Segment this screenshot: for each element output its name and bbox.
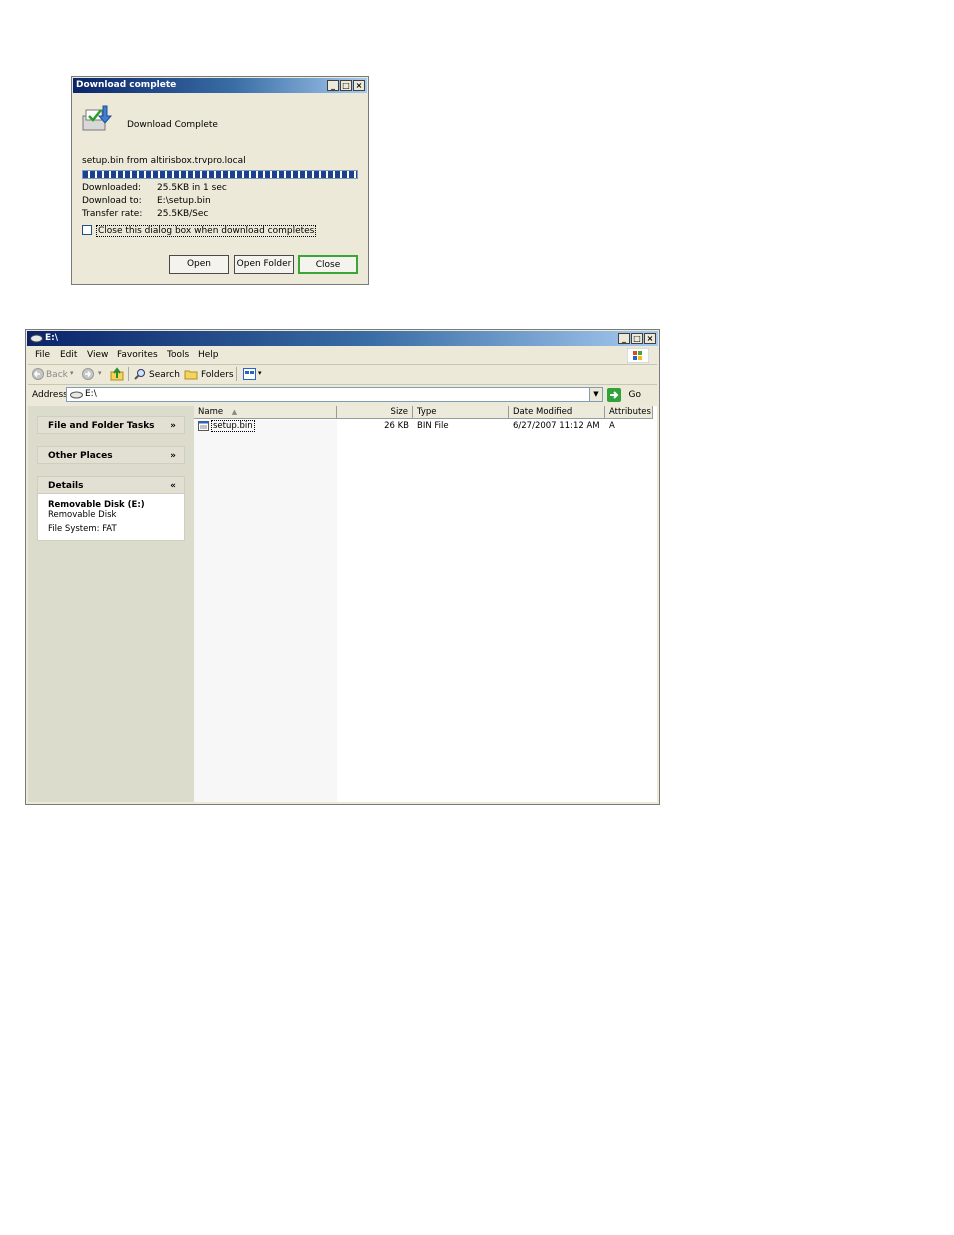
standard-toolbar: Back ▾ ▾ Search Folders ▾ — [28, 365, 657, 385]
back-arrow-icon[interactable] — [32, 368, 44, 380]
folders-icon[interactable] — [184, 369, 198, 380]
address-bar: Address E:\ ▼ Go — [28, 385, 657, 405]
views-dropdown-icon[interactable]: ▾ — [258, 369, 262, 377]
column-header-date[interactable]: Date Modified — [509, 406, 605, 419]
open-folder-button[interactable]: Open Folder — [234, 255, 294, 274]
details-drive-name: Removable Disk (E:) — [48, 500, 145, 510]
dialog-titlebar[interactable]: Download complete _ □ × — [73, 78, 367, 93]
menu-favorites[interactable]: Favorites — [117, 350, 158, 360]
explorer-titlebar[interactable]: E:\ _ □ × — [27, 331, 658, 346]
open-button[interactable]: Open — [169, 255, 229, 274]
close-when-complete-checkbox[interactable] — [82, 225, 92, 235]
column-type-label: Type — [417, 407, 437, 417]
download-to-value: E:\setup.bin — [157, 196, 211, 206]
sort-ascending-icon: ▲ — [231, 408, 238, 416]
column-date-label: Date Modified — [513, 407, 573, 417]
search-button-label[interactable]: Search — [149, 370, 180, 380]
download-complete-icon — [82, 105, 113, 131]
close-when-complete-label[interactable]: Close this dialog box when download comp… — [96, 225, 317, 237]
download-progress-bar — [82, 170, 358, 179]
file-type-cell: BIN File — [417, 421, 449, 431]
column-header-type[interactable]: Type — [413, 406, 509, 419]
column-header-attributes[interactable]: Attributes — [605, 406, 653, 419]
up-folder-icon[interactable] — [110, 367, 124, 381]
file-folder-tasks-header[interactable]: File and Folder Tasks » — [37, 416, 185, 434]
go-button-label[interactable]: Go — [629, 390, 641, 400]
menu-view[interactable]: View — [87, 350, 108, 360]
downloaded-label: Downloaded: — [82, 183, 142, 193]
close-window-button[interactable]: × — [644, 333, 656, 344]
maximize-button[interactable]: □ — [631, 333, 643, 344]
menu-help[interactable]: Help — [198, 350, 219, 360]
minimize-button[interactable]: _ — [327, 80, 339, 91]
column-name-label: Name — [198, 407, 224, 417]
drive-icon — [70, 391, 83, 399]
file-attributes-cell: A — [609, 421, 615, 431]
minimize-button[interactable]: _ — [618, 333, 630, 344]
column-header-size[interactable]: Size — [337, 406, 413, 419]
column-attributes-label: Attributes — [609, 407, 651, 417]
details-title: Details — [48, 481, 84, 491]
explorer-window: E:\ _ □ × File Edit View Favorites Tools… — [25, 329, 660, 805]
column-size-label: Size — [390, 407, 408, 417]
transfer-rate-value: 25.5KB/Sec — [157, 209, 209, 219]
toolbar-divider — [128, 367, 129, 381]
windows-logo-icon — [627, 348, 649, 363]
chevron-down-icon[interactable]: » — [170, 447, 176, 465]
menu-file[interactable]: File — [35, 350, 50, 360]
views-icon[interactable] — [243, 368, 256, 380]
forward-dropdown-icon[interactable]: ▾ — [98, 369, 102, 377]
dialog-heading: Download Complete — [127, 120, 218, 130]
search-icon[interactable] — [134, 368, 146, 380]
other-places-panel: Other Places » — [37, 446, 185, 464]
go-arrow-icon[interactable] — [607, 388, 621, 402]
forward-arrow-icon[interactable] — [82, 368, 94, 380]
file-size-cell: 26 KB — [384, 421, 409, 431]
download-to-label: Download to: — [82, 196, 142, 206]
sorted-column-highlight — [194, 420, 337, 802]
file-name-cell[interactable]: setup.bin — [211, 420, 255, 432]
folders-button-label[interactable]: Folders — [201, 370, 234, 380]
download-source: setup.bin from altirisbox.trvpro.local — [82, 156, 246, 166]
file-date-cell: 6/27/2007 11:12 AM — [513, 421, 600, 431]
download-dialog: Download complete _ □ × Download Complet… — [71, 76, 369, 285]
address-input[interactable]: E:\ ▼ — [66, 387, 603, 402]
dialog-title: Download complete — [76, 80, 177, 90]
file-folder-tasks-title: File and Folder Tasks — [48, 421, 155, 431]
details-drive-type: Removable Disk — [48, 510, 117, 520]
column-header-name[interactable]: Name ▲ — [194, 406, 337, 419]
menu-bar: File Edit View Favorites Tools Help — [28, 347, 657, 365]
explorer-title: E:\ — [45, 333, 59, 343]
address-dropdown-button[interactable]: ▼ — [589, 388, 602, 401]
toolbar-divider — [236, 367, 237, 381]
transfer-rate-label: Transfer rate: — [82, 209, 143, 219]
close-button[interactable]: Close — [298, 255, 358, 274]
downloaded-value: 25.5KB in 1 sec — [157, 183, 227, 193]
details-body: Removable Disk (E:) Removable Disk File … — [37, 494, 185, 541]
task-pane: File and Folder Tasks » Other Places » D… — [28, 406, 194, 802]
chevron-down-icon[interactable]: » — [170, 417, 176, 435]
details-file-system: File System: FAT — [48, 524, 117, 534]
close-window-button[interactable]: × — [353, 80, 365, 91]
chevron-up-icon[interactable]: « — [170, 477, 176, 495]
other-places-header[interactable]: Other Places » — [37, 446, 185, 464]
details-header[interactable]: Details « — [37, 476, 185, 494]
address-label: Address — [32, 390, 68, 400]
menu-tools[interactable]: Tools — [167, 350, 189, 360]
back-button-label[interactable]: Back — [46, 370, 68, 380]
details-panel: Details « Removable Disk (E:) Removable … — [37, 476, 185, 541]
address-value: E:\ — [85, 389, 97, 399]
bin-file-icon — [198, 421, 209, 431]
back-dropdown-icon[interactable]: ▾ — [70, 369, 74, 377]
drive-icon — [30, 334, 43, 343]
file-list: Name ▲ Size Type Date Modified Attribute… — [194, 406, 657, 802]
file-folder-tasks-panel: File and Folder Tasks » — [37, 416, 185, 434]
other-places-title: Other Places — [48, 451, 113, 461]
menu-edit[interactable]: Edit — [60, 350, 77, 360]
maximize-button[interactable]: □ — [340, 80, 352, 91]
